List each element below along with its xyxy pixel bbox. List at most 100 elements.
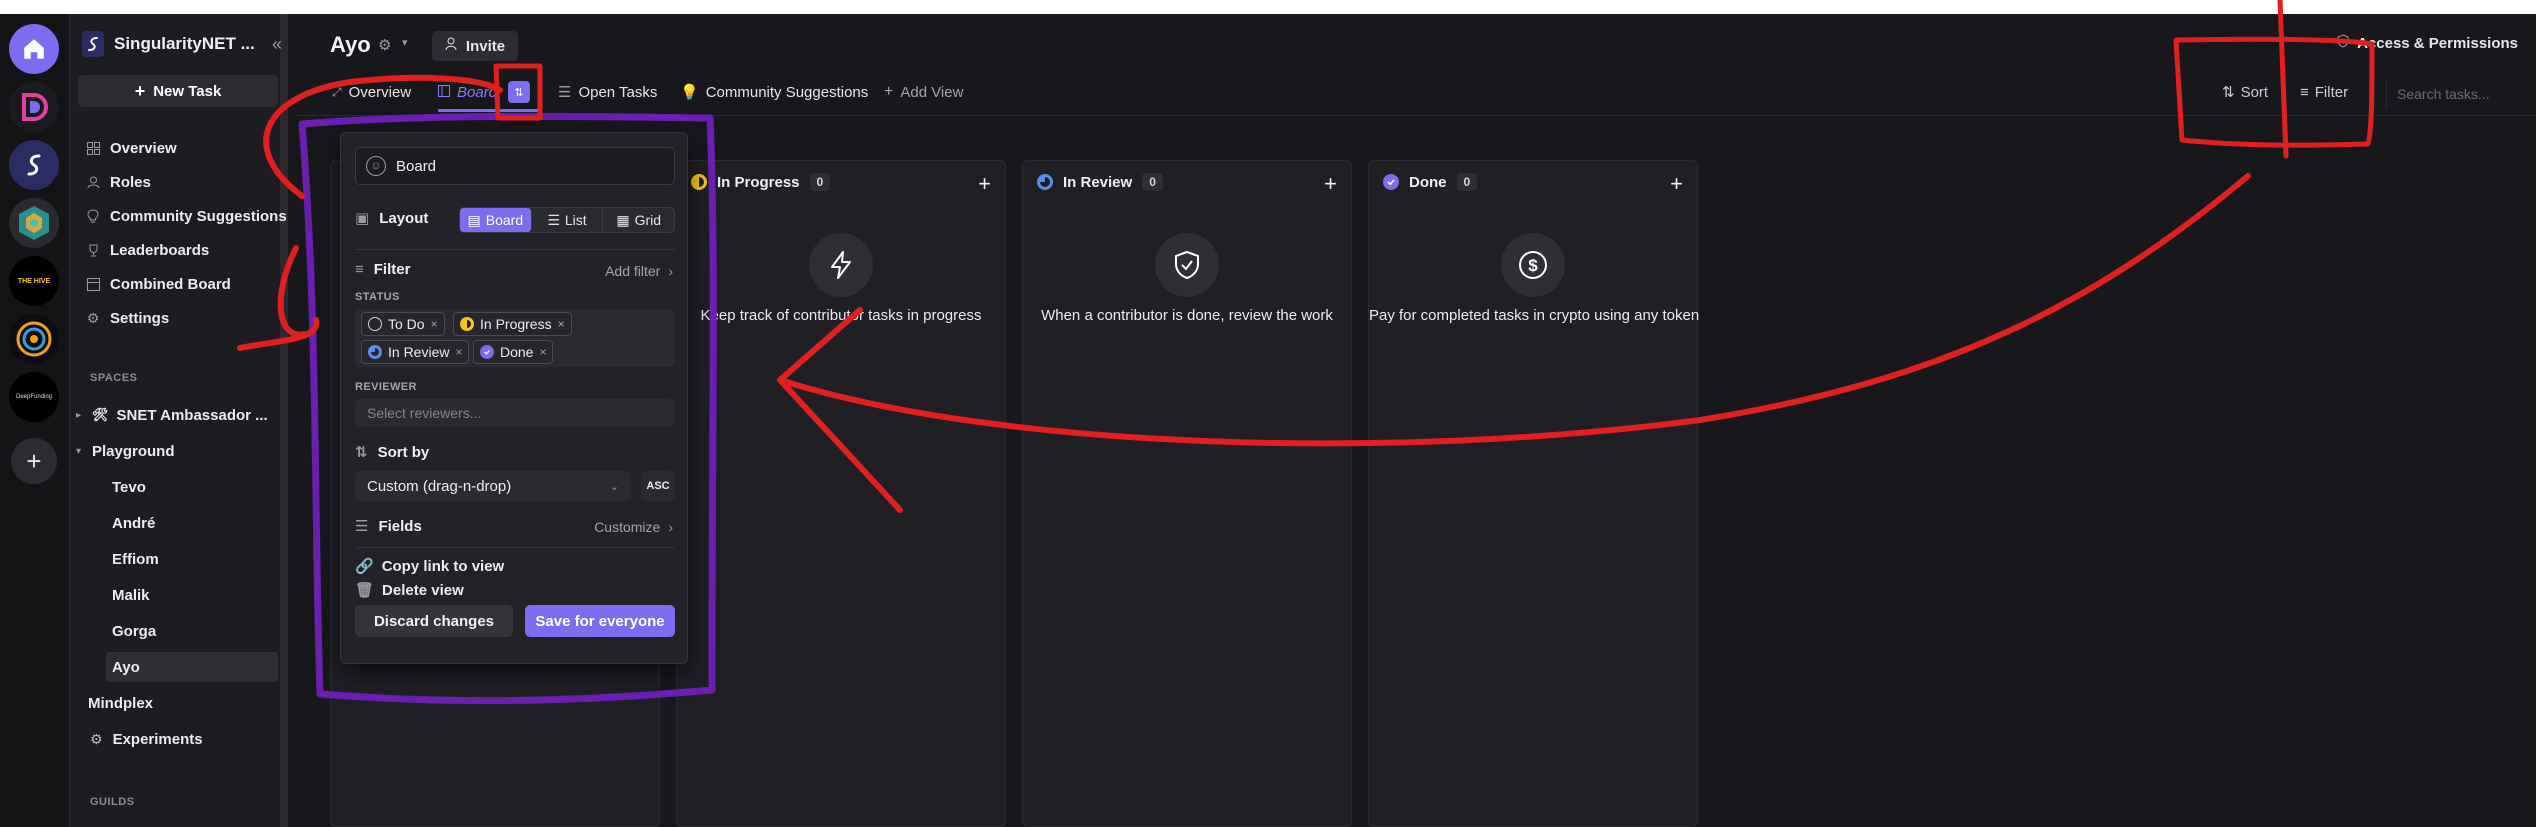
sidebar-space-ayo[interactable]: Ayo (112, 654, 140, 680)
sidebar-space-malik[interactable]: Malik (112, 582, 150, 608)
sort-by-value: Custom (drag-n-drop) (367, 477, 512, 495)
tab-open-tasks[interactable]: ☰ Open Tasks (558, 80, 657, 104)
search-input[interactable]: Search tasks... (2386, 80, 2536, 108)
sidebar-space-mindplex[interactable]: Mindplex (88, 690, 153, 716)
sidebar-item-overview[interactable]: Overview (86, 135, 177, 161)
sidebar-item-combined-board[interactable]: Combined Board (86, 271, 231, 297)
sidebar-item-roles[interactable]: Roles (86, 169, 151, 195)
layout-option-grid[interactable]: ▦ Grid (603, 208, 674, 232)
column-count-badge: 0 (1142, 173, 1163, 191)
sidebar-space-effiom[interactable]: Effiom (112, 546, 159, 572)
view-name-input[interactable]: ☺ Board (355, 147, 675, 185)
status-filter-box[interactable]: To Do × In Progress × In Review × Done × (355, 309, 675, 367)
column-header: In Progress 0 (691, 173, 831, 191)
tab-label: Overview (348, 83, 412, 101)
deep-funding-logo-icon[interactable]: DeepFunding (9, 372, 59, 422)
singularitynet-logo-icon[interactable] (9, 140, 59, 190)
access-permissions-link[interactable]: Access & Permissions (2337, 34, 2518, 52)
singularitynet-logo-icon (82, 31, 104, 57)
sidebar-space-experiments[interactable]: ⚙ Experiments (90, 726, 203, 752)
tab-overview[interactable]: ⤢ Overview (332, 80, 411, 104)
delete-view-button[interactable]: 🗑 Delete view (355, 581, 464, 600)
chevron-right-icon: › (668, 519, 673, 535)
sort-direction-button[interactable]: ASC (641, 471, 675, 501)
collapse-sidebar-icon[interactable]: « (272, 34, 282, 55)
home-icon[interactable] (9, 24, 59, 74)
save-for-everyone-button[interactable]: Save for everyone (525, 605, 675, 637)
shield-check-icon (1155, 233, 1219, 297)
status-chip-todo[interactable]: To Do × (361, 312, 445, 336)
layout-option-board[interactable]: ▤ Board (460, 208, 532, 232)
sidebar-item-community-suggestions[interactable]: Community Suggestions (86, 203, 287, 229)
remove-chip-icon[interactable]: × (539, 345, 546, 359)
add-filter-button[interactable]: Add filter › (605, 263, 673, 279)
add-task-plus-icon[interactable]: + (1670, 171, 1683, 197)
customize-fields-button[interactable]: Customize › (594, 519, 673, 535)
tab-label: Open Tasks (578, 83, 658, 101)
spaces-section-label: SPACES (90, 372, 138, 384)
customize-label: Customize (594, 519, 661, 535)
ring-logo-icon[interactable] (9, 314, 59, 364)
sidebar-item-settings[interactable]: ⚙ Settings (86, 305, 169, 331)
emoji-icon[interactable]: ☺ (366, 156, 386, 176)
copy-link-button[interactable]: 🔗 Copy link to view (355, 557, 504, 576)
layout-row: ▣ Layout (355, 209, 428, 228)
invite-label: Invite (465, 37, 506, 55)
board-icon: ▤ (467, 211, 481, 228)
hexagon-logo-icon[interactable] (9, 198, 59, 248)
sort-button[interactable]: ⇅ Sort (2222, 80, 2268, 104)
shield-icon (2337, 34, 2349, 52)
sidebar-item-label: Ayo (112, 658, 140, 676)
user-plus-icon (445, 37, 459, 55)
d-logo-icon[interactable] (9, 82, 59, 132)
todo-status-icon (368, 317, 382, 331)
layout-icon: ▣ (355, 210, 370, 227)
discard-changes-button[interactable]: Discard changes (355, 605, 513, 637)
new-task-button[interactable]: + New Task (78, 75, 278, 107)
reviewer-select[interactable]: Select reviewers... (355, 399, 675, 427)
guilds-section-label: GUILDS (90, 796, 135, 808)
layout-option-label: Board (485, 212, 524, 228)
invite-button[interactable]: Invite (432, 31, 518, 61)
status-chip-done[interactable]: Done × (473, 340, 554, 364)
sidebar-item-label: Overview (110, 139, 177, 157)
tab-label: Board (457, 83, 498, 101)
view-settings-popover: ☺ Board ▣ Layout ▤ Board ☰ List ▦ Grid ≡… (340, 132, 688, 664)
sidebar-item-label: Roles (110, 173, 151, 191)
gear-icon[interactable]: ⚙ (378, 36, 391, 54)
sidebar-space-andre[interactable]: André (112, 510, 155, 536)
tab-community-suggestions[interactable]: 💡 Community Suggestions (680, 80, 868, 104)
chip-label: Done (500, 344, 534, 360)
sidebar-space-playground[interactable]: ▾ Playground (76, 438, 175, 464)
chevron-down-icon[interactable]: ▾ (402, 36, 408, 49)
reviewer-label: REVIEWER (355, 381, 417, 393)
roles-icon (86, 175, 100, 189)
sidebar-space-snet-ambassador[interactable]: ▸ 🛠 SNET Ambassador ... (76, 402, 268, 428)
add-task-plus-icon[interactable]: + (1324, 171, 1337, 197)
sidebar-item-label: André (112, 514, 156, 532)
filter-button[interactable]: ≡ Filter (2300, 80, 2348, 104)
status-chip-in-progress[interactable]: In Progress × (453, 312, 572, 336)
column-count-badge: 0 (1456, 173, 1478, 191)
layout-option-list[interactable]: ☰ List (532, 208, 604, 232)
sort-icon: ⇅ (2222, 84, 2235, 101)
tab-board[interactable]: Board ⇅ (438, 80, 531, 104)
sidebar-space-tevo[interactable]: Tevo (112, 474, 146, 500)
add-task-plus-icon[interactable]: + (978, 171, 991, 197)
remove-chip-icon[interactable]: × (455, 345, 462, 359)
tab-add-view[interactable]: + Add View (884, 80, 963, 104)
sort-by-select[interactable]: Custom (drag-n-drop) ⌄ (355, 471, 631, 501)
column-title: Done (1409, 173, 1447, 191)
workspace-header[interactable]: SingularityNET ... « (82, 24, 282, 64)
sidebar-item-label: Tevo (112, 478, 146, 496)
view-settings-button[interactable]: ⇅ (508, 81, 531, 103)
the-hive-logo-icon[interactable]: THE HIVE (9, 256, 59, 306)
sidebar-space-gorga[interactable]: Gorga (112, 618, 156, 644)
remove-chip-icon[interactable]: × (558, 317, 565, 331)
sidebar-item-leaderboards[interactable]: Leaderboards (86, 237, 209, 263)
remove-chip-icon[interactable]: × (431, 317, 438, 331)
list-icon: ☰ (355, 518, 369, 535)
status-chip-in-review[interactable]: In Review × (361, 340, 470, 364)
add-workspace-button[interactable]: + (11, 438, 57, 484)
board-column-done: Done 0 + $ Pay for completed tasks in cr… (1368, 160, 1699, 827)
